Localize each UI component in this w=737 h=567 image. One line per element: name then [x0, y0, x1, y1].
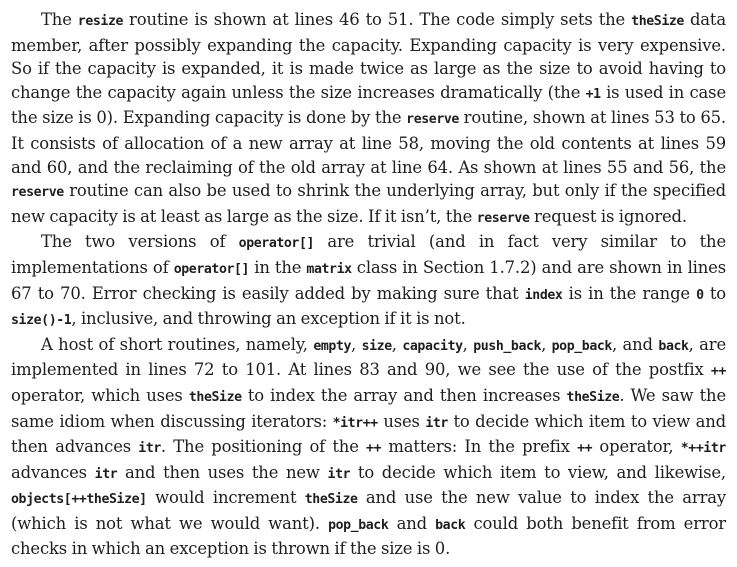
text-run: request is ignored.: [529, 206, 687, 226]
code-term: itr: [425, 415, 448, 431]
text-run: , and: [611, 334, 659, 354]
code-term: operator[]: [173, 261, 250, 277]
code-term: itr: [327, 466, 351, 482]
text-run: The two versions of: [41, 232, 239, 252]
text-run: in the: [249, 257, 307, 277]
text-run: ,: [462, 334, 474, 354]
code-term: empty: [313, 338, 352, 354]
text-run: operator, which uses: [11, 385, 189, 405]
code-term: ++: [366, 441, 382, 457]
paragraph-operator-brackets: The two versions of operator[] are trivi…: [11, 230, 726, 332]
code-term: 0: [696, 287, 704, 303]
code-term: pop_back: [328, 517, 389, 533]
code-term: size()-1: [11, 313, 72, 329]
text-run: . The positioning of the: [160, 437, 367, 457]
text-run: uses: [377, 411, 426, 431]
code-term: reserve: [406, 112, 459, 128]
text-page: The resize routine is shown at lines 46 …: [0, 0, 737, 567]
code-term: ++: [710, 364, 726, 380]
code-term: resize: [77, 14, 124, 29]
text-run: would increment: [146, 488, 305, 508]
code-term: back: [435, 517, 466, 533]
text-run: to decide which item to view, and likewi…: [350, 462, 726, 482]
code-term: *++itr: [680, 441, 727, 457]
code-term: +1: [585, 86, 601, 102]
code-term: theSize: [631, 14, 684, 29]
code-term: itr: [94, 466, 118, 482]
code-term: reserve: [476, 210, 530, 226]
text-run: to index the array and then increases: [241, 385, 567, 405]
text-run: to: [703, 283, 726, 303]
text-run: is in the range: [562, 283, 697, 303]
paragraph-resize-reserve: The resize routine is shown at lines 46 …: [11, 8, 726, 230]
text-run: advances: [11, 462, 95, 482]
text-run: The: [41, 10, 78, 29]
code-term: index: [524, 287, 563, 303]
code-term: theSize: [188, 389, 242, 405]
code-term: matrix: [306, 261, 352, 277]
paragraph-short-routines: A host of short routines, namely, empty,…: [11, 333, 726, 561]
code-term: pop_back: [551, 338, 613, 354]
text-run: ,: [541, 334, 552, 354]
code-term: *itr++: [332, 415, 379, 431]
text-run: ,: [351, 334, 362, 354]
code-term: theSize: [566, 389, 620, 405]
code-term: push_back: [473, 338, 542, 354]
text-run: , inclusive, and throwing an exception i…: [71, 309, 466, 329]
text-run: operator,: [592, 437, 681, 457]
code-term: operator[]: [238, 236, 315, 252]
text-run: ,: [391, 334, 403, 354]
text-run: and: [388, 513, 436, 533]
code-term: reserve: [11, 185, 64, 201]
text-run: A host of short routines, namely,: [41, 334, 314, 354]
code-term: size: [361, 338, 393, 354]
code-term: back: [658, 338, 689, 354]
code-term: objects[++theSize]: [11, 492, 147, 508]
code-term: theSize: [304, 492, 358, 508]
code-term: itr: [138, 441, 161, 457]
code-term: ++: [577, 441, 593, 457]
text-run: matters: In the prefix: [381, 437, 578, 457]
code-term: capacity: [402, 338, 463, 354]
text-run: and then uses the new: [117, 462, 328, 482]
text-run: routine is shown at lines 46 to 51. The …: [123, 10, 632, 29]
